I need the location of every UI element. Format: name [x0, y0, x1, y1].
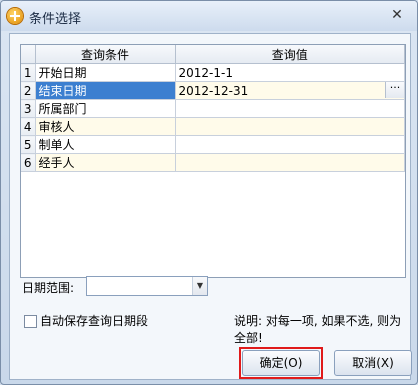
- cancel-button[interactable]: 取消(X): [334, 350, 412, 376]
- dialog-body: 查询条件 查询值 1 开始日期 2012-1-1 2 结束日期 2012-12-…: [9, 33, 412, 380]
- corner-header: [21, 45, 36, 64]
- table-row[interactable]: 5 制单人: [21, 135, 405, 154]
- ok-button[interactable]: 确定(O): [239, 347, 323, 379]
- condition-select-dialog: 条件选择 ✕ 查询条件 查询值 1 开始日期 2012-1-1 2 结束日期 2…: [0, 0, 418, 385]
- grid-header-row: 查询条件 查询值: [21, 45, 405, 64]
- value-cell[interactable]: [175, 117, 405, 136]
- autosave-checkbox[interactable]: 自动保存查询日期段: [24, 312, 148, 329]
- date-range-select[interactable]: ▼: [86, 276, 208, 296]
- table-row[interactable]: 3 所属部门: [21, 99, 405, 118]
- value-cell[interactable]: [175, 135, 405, 154]
- condition-cell[interactable]: 经手人: [35, 153, 176, 172]
- title-bar: 条件选择 ✕: [1, 1, 417, 31]
- dropdown-arrow-icon[interactable]: ▼: [192, 277, 207, 295]
- condition-cell[interactable]: 开始日期: [35, 63, 176, 82]
- autosave-label: 自动保存查询日期段: [40, 314, 149, 328]
- row-number: 5: [21, 135, 36, 154]
- condition-grid: 查询条件 查询值 1 开始日期 2012-1-1 2 结束日期 2012-12-…: [20, 44, 406, 278]
- value-cell[interactable]: [175, 99, 405, 118]
- row-number: 2: [21, 81, 36, 100]
- value-cell[interactable]: 2012-1-1: [175, 63, 405, 82]
- value-cell-editing[interactable]: 2012-12-31 ···: [175, 81, 405, 100]
- close-button[interactable]: ✕: [387, 6, 407, 24]
- value-cell[interactable]: [175, 153, 405, 172]
- ellipsis-button[interactable]: ···: [385, 82, 404, 98]
- value-text: 2012-12-31: [178, 83, 249, 98]
- instruction-note: 说明: 对每一项, 如果不选, 则为全部!: [234, 314, 402, 345]
- condition-cell[interactable]: 制单人: [35, 135, 176, 154]
- condition-cell[interactable]: 所属部门: [35, 99, 176, 118]
- checkbox-icon[interactable]: [24, 315, 37, 328]
- row-number: 6: [21, 153, 36, 172]
- table-row[interactable]: 4 审核人: [21, 117, 405, 136]
- row-number: 1: [21, 63, 36, 82]
- header-value[interactable]: 查询值: [175, 45, 405, 64]
- row-number: 4: [21, 117, 36, 136]
- condition-cell-selected[interactable]: 结束日期: [35, 81, 176, 100]
- window-title: 条件选择: [29, 12, 82, 27]
- app-icon: [7, 8, 23, 24]
- header-condition[interactable]: 查询条件: [35, 45, 176, 64]
- table-row[interactable]: 2 结束日期 2012-12-31 ···: [21, 81, 405, 100]
- table-row[interactable]: 1 开始日期 2012-1-1: [21, 63, 405, 82]
- condition-cell[interactable]: 审核人: [35, 117, 176, 136]
- table-row[interactable]: 6 经手人: [21, 153, 405, 172]
- row-number: 3: [21, 99, 36, 118]
- date-range-label: 日期范围:: [22, 281, 75, 295]
